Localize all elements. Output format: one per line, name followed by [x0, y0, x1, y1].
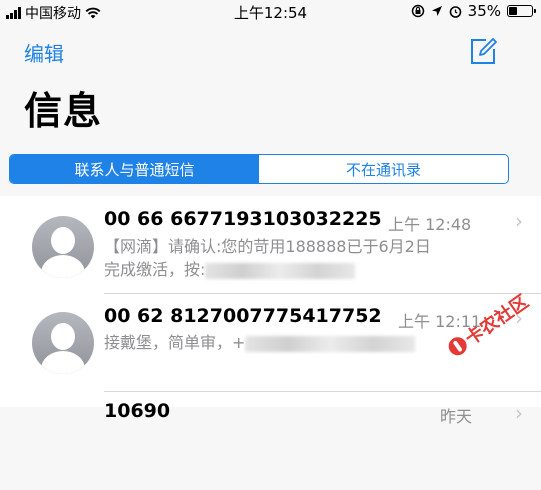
redacted-text — [245, 335, 416, 352]
battery-icon — [507, 5, 536, 17]
sender-name: 00 66 6677193103032225 — [104, 208, 382, 230]
message-filter-segmented-control: 联系人与普通短信 不在通讯录 — [9, 154, 509, 184]
battery-percent: 35% — [467, 2, 501, 20]
status-bar: 中国移动 上午12:54 35% — [0, 0, 541, 24]
conversation-list: 00 66 6677193103032225 上午 12:48 › 【网滴】请确… — [0, 196, 541, 426]
segment-unknown-senders[interactable]: 不在通讯录 — [259, 155, 508, 183]
page-title: 信息 — [24, 89, 103, 133]
status-right: 35% — [411, 2, 536, 20]
chevron-right-icon: › — [515, 209, 523, 233]
chevron-right-icon: › — [515, 401, 523, 425]
avatar — [32, 216, 94, 278]
battery-level — [509, 7, 518, 15]
preview-line-1: 【网滴】请确认:您的苛用188888已于6月2日 — [104, 237, 431, 256]
compose-icon[interactable] — [468, 36, 498, 66]
conversation-row[interactable]: 00 66 6677193103032225 上午 12:48 › 【网滴】请确… — [0, 196, 541, 294]
location-icon — [431, 6, 442, 16]
preview-line-1: 接戴堡，简单审，+ — [104, 333, 246, 352]
rotation-lock-icon — [411, 4, 424, 18]
edit-button[interactable]: 编辑 — [24, 38, 64, 67]
message-preview: 【网滴】请确认:您的苛用188888已于6月2日 完成缴活，按: — [104, 235, 489, 281]
redacted-text — [205, 262, 356, 279]
alarm-icon — [449, 5, 461, 18]
sender-name: 10690 — [104, 400, 171, 422]
message-preview: 接戴堡，简单审，+ — [104, 331, 489, 354]
sender-name: 00 62 8127007775417752 — [104, 305, 382, 327]
avatar — [32, 312, 94, 374]
preview-line-2: 完成缴活，按: — [104, 260, 206, 279]
segment-contacts-sms[interactable]: 联系人与普通短信 — [10, 155, 259, 183]
message-time: 上午 12:48 — [388, 215, 472, 234]
